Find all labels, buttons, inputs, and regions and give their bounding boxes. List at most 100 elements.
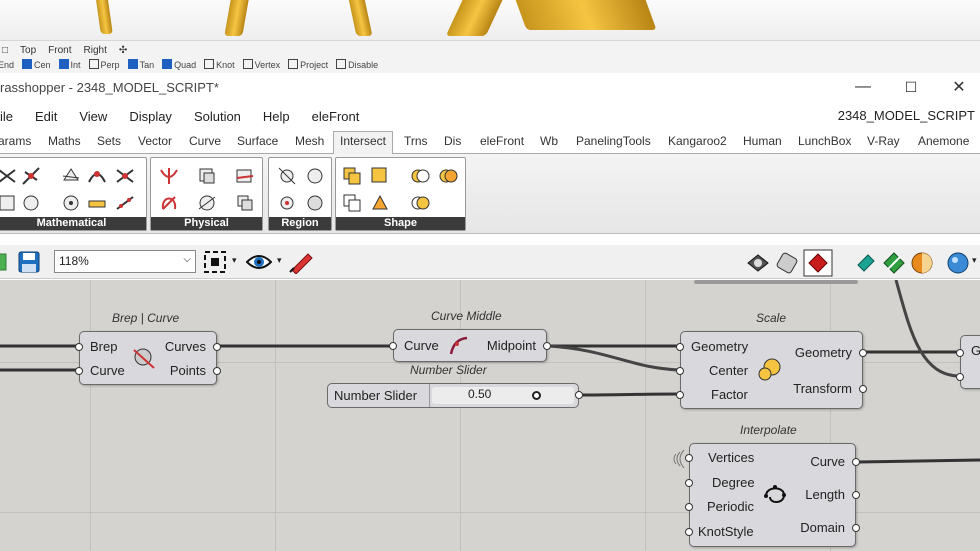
grip-in[interactable]: [956, 349, 964, 357]
output-curve[interactable]: Curve: [810, 454, 845, 469]
tab-intersect[interactable]: Intersect: [333, 131, 394, 154]
output-geometry[interactable]: Geometry: [795, 345, 852, 360]
osnap-quad[interactable]: Quad: [162, 59, 196, 73]
osnap-vertex[interactable]: Vertex: [243, 59, 281, 73]
bake-icon[interactable]: [854, 251, 878, 275]
intersect-curve-plane-icon[interactable]: [87, 166, 107, 186]
solid-intersection-icon[interactable]: [342, 193, 362, 213]
rhino-viewport[interactable]: [0, 0, 980, 40]
tab-params[interactable]: arams: [0, 134, 31, 148]
preview-eye-icon[interactable]: [246, 252, 272, 272]
scale-component[interactable]: Geometry Center Factor Geometry Transfor…: [676, 331, 867, 409]
osnap-disable[interactable]: Disable: [336, 59, 378, 73]
viewport-tab-top[interactable]: Top: [20, 45, 36, 56]
tab-trns[interactable]: Trns: [404, 134, 428, 148]
sketch-pen-icon[interactable]: [288, 250, 314, 274]
intersect-plane-plane-icon[interactable]: [0, 193, 17, 213]
preview-selected-icon[interactable]: [803, 249, 833, 277]
grip-out[interactable]: [859, 385, 867, 393]
region-difference-icon[interactable]: [410, 193, 430, 213]
tab-sets[interactable]: Sets: [97, 134, 121, 148]
grip-out[interactable]: [852, 458, 860, 466]
menu-view[interactable]: View: [79, 109, 107, 124]
grip-in[interactable]: [676, 367, 684, 375]
split-region-icon[interactable]: [277, 193, 297, 213]
input-degree[interactable]: Degree: [712, 475, 755, 490]
tab-curve[interactable]: Curve: [189, 134, 221, 148]
split-brep-icon[interactable]: [277, 166, 297, 186]
boundary-volume-icon[interactable]: [370, 193, 390, 213]
osnap-knot[interactable]: Knot: [204, 59, 235, 73]
osnap-perp[interactable]: Perp: [89, 59, 120, 73]
output-length[interactable]: Length: [805, 487, 845, 502]
intersect-line-line-icon[interactable]: [115, 166, 135, 186]
output-points[interactable]: Points: [170, 363, 206, 378]
tab-anemone[interactable]: Anemone: [918, 134, 969, 148]
intersect-curve-self-icon[interactable]: [159, 193, 179, 213]
intersect-surface-curve-icon[interactable]: [197, 193, 217, 213]
input-curve[interactable]: Curve: [90, 363, 125, 378]
menu-elefront[interactable]: eleFront: [312, 109, 360, 124]
grip-in[interactable]: [685, 528, 693, 536]
preview-wire-icon[interactable]: [746, 251, 770, 275]
input-factor[interactable]: Factor: [711, 387, 748, 402]
offscreen-component[interactable]: G: [956, 335, 980, 389]
tab-vector[interactable]: Vector: [138, 134, 172, 148]
zoom-level-select[interactable]: 118% ⌵: [54, 250, 196, 273]
menu-file[interactable]: File: [0, 109, 13, 124]
grip-in[interactable]: [676, 391, 684, 399]
intersect-plane-region-icon[interactable]: [21, 193, 41, 213]
save-icon[interactable]: [18, 251, 40, 273]
number-slider[interactable]: Number Slider 0.50: [327, 383, 583, 408]
zoom-extents-icon[interactable]: [204, 251, 226, 273]
intersect-plane-line-icon[interactable]: [21, 166, 41, 186]
open-file-icon[interactable]: [0, 252, 8, 272]
intersect-circle-icon[interactable]: [61, 193, 81, 213]
output-midpoint[interactable]: Midpoint: [487, 338, 536, 353]
intersect-mesh-ray-icon[interactable]: [61, 166, 81, 186]
grip-in[interactable]: [685, 503, 693, 511]
chevron-down-icon[interactable]: ▾: [232, 255, 237, 266]
grip-out[interactable]: [543, 342, 551, 350]
input-periodic[interactable]: Periodic: [707, 499, 754, 514]
menu-edit[interactable]: Edit: [35, 109, 57, 124]
output-transform[interactable]: Transform: [793, 381, 852, 396]
grip-in[interactable]: [389, 342, 397, 350]
tab-human[interactable]: Human: [743, 134, 782, 148]
minimize-button[interactable]: —: [840, 73, 886, 101]
osnap-end[interactable]: End: [0, 59, 14, 73]
tab-elefront[interactable]: eleFront: [480, 134, 524, 148]
brep-curve-component[interactable]: Brep Curve Curves Points: [75, 331, 221, 385]
input-geometry[interactable]: Geometry: [691, 339, 748, 354]
osnap-tan[interactable]: Tan: [128, 59, 155, 73]
intersect-mesh-plane-icon[interactable]: [235, 166, 255, 186]
custom-preview-icon[interactable]: [882, 251, 906, 275]
region-intersection-icon[interactable]: [438, 166, 458, 186]
osnap-project[interactable]: Project: [288, 59, 328, 73]
menu-display[interactable]: Display: [129, 109, 172, 124]
trim-solid-icon[interactable]: [305, 193, 325, 213]
tab-maths[interactable]: Maths: [48, 134, 81, 148]
grip-in[interactable]: [685, 479, 693, 487]
slider-track[interactable]: 0.50: [432, 387, 574, 404]
osnap-cen[interactable]: Cen: [22, 59, 51, 73]
tab-surface[interactable]: Surface: [237, 134, 278, 148]
osnap-int[interactable]: Int: [59, 59, 81, 73]
trim-region-icon[interactable]: [305, 166, 325, 186]
input-vertices[interactable]: Vertices: [708, 450, 754, 465]
close-button[interactable]: ✕: [936, 73, 980, 101]
solid-union-icon[interactable]: [342, 166, 362, 186]
intersect-mesh-mesh-icon[interactable]: [235, 193, 255, 213]
tab-panelingtools[interactable]: PanelingTools: [576, 134, 651, 148]
tab-vray[interactable]: V-Ray: [867, 134, 900, 148]
intersect-curve-line-icon[interactable]: [115, 193, 135, 213]
grasshopper-titlebar[interactable]: rasshopper - 2348_MODEL_SCRIPT* — ☐ ✕: [0, 73, 980, 101]
preview-shaded-icon[interactable]: [775, 251, 799, 275]
grip-out[interactable]: [575, 391, 583, 399]
intersect-brep-plane-icon[interactable]: [87, 193, 107, 213]
tab-kangaroo2[interactable]: Kangaroo2: [668, 134, 727, 148]
grip-out[interactable]: [852, 491, 860, 499]
slider-knob[interactable]: [532, 391, 541, 400]
tab-lunchbox[interactable]: LunchBox: [798, 134, 851, 148]
intersect-curve-curve-icon[interactable]: [159, 166, 179, 186]
